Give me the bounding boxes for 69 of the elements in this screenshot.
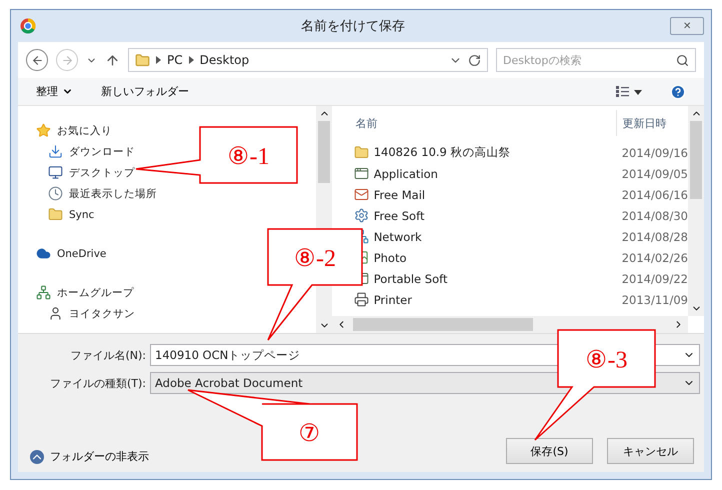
nav-item[interactable]: ヨイタクサン <box>48 303 135 324</box>
hide-folders-button[interactable]: フォルダーの非表示 <box>30 449 149 464</box>
save-button[interactable]: 保存(S) <box>506 438 593 464</box>
file-name[interactable]: Photo <box>374 250 407 264</box>
file-date: 2014/02/26 <box>620 250 688 264</box>
callout-label: ⑦ <box>298 421 320 447</box>
back-arrow-icon <box>30 54 44 66</box>
file-date: 2014/06/16 <box>620 188 688 202</box>
file-date: 2014/08/30 <box>620 208 688 222</box>
scrollbar-thumb[interactable] <box>352 318 533 331</box>
search-icon <box>676 54 689 66</box>
browser-logo-icon <box>20 18 36 34</box>
nav-item[interactable]: OneDrive <box>36 243 106 264</box>
field-label: ファイル名(N): <box>69 348 146 362</box>
back-button[interactable] <box>26 49 48 71</box>
refresh-icon[interactable] <box>468 54 481 66</box>
file-name[interactable]: Application <box>374 166 438 180</box>
close-button[interactable]: ✕ <box>670 17 704 35</box>
callout-label: ⑧-1 <box>228 144 270 170</box>
chevron-icon <box>156 56 161 64</box>
file-date: 2014/08/28 <box>620 230 688 244</box>
star-icon <box>36 123 51 138</box>
forward-arrow-icon <box>60 54 74 66</box>
file-name[interactable]: 140826 10.9 秋の高山祭 <box>374 145 511 160</box>
new-folder-button[interactable]: 新しいフォルダー <box>101 84 189 99</box>
scrollbar-thumb[interactable] <box>690 121 702 199</box>
file-name[interactable]: Free Soft <box>374 208 424 222</box>
nav-item[interactable]: お気に入り <box>36 120 112 141</box>
folder-icon <box>354 145 369 160</box>
monitor-icon <box>48 165 63 180</box>
organize-menu[interactable]: 整理 <box>36 84 73 99</box>
chevron-icon <box>30 450 44 464</box>
file-date: 2014/09/22 <box>620 272 688 286</box>
column-header[interactable]: 名前 <box>354 116 616 130</box>
scrollbar-thumb[interactable] <box>318 121 330 183</box>
file-name[interactable]: Network <box>374 230 422 244</box>
nav-item[interactable]: デスクトップ <box>48 162 135 183</box>
cloud-icon <box>36 246 51 261</box>
mail-icon <box>354 187 369 202</box>
download-icon <box>48 144 63 159</box>
clock-icon <box>48 186 63 201</box>
column-header[interactable]: 更新日時 <box>616 110 667 136</box>
file-date: 2014/09/16 <box>620 146 688 160</box>
window-title: 名前を付けて保存 <box>300 18 406 35</box>
window-icon <box>354 166 369 181</box>
cancel-button[interactable]: キャンセル <box>607 438 694 464</box>
nav-item[interactable]: ダウンロード <box>48 141 135 162</box>
file-date: 2014/09/05 <box>620 166 688 180</box>
network-icon <box>36 285 51 300</box>
address-bar[interactable]: PC Desktop <box>128 48 488 72</box>
view-options-icon[interactable] <box>616 86 642 98</box>
field-label: ファイルの種類(T): <box>48 376 146 390</box>
printer-icon <box>354 292 369 307</box>
callout-label: ⑧-2 <box>294 246 336 272</box>
chevron-icon <box>188 56 194 64</box>
folder-icon <box>48 207 63 222</box>
file-name[interactable]: Portable Soft <box>374 272 448 286</box>
gear-icon <box>354 208 369 223</box>
nav-item[interactable]: Sync <box>48 204 94 225</box>
breadcrumb[interactable]: Desktop <box>200 53 250 67</box>
help-icon[interactable] <box>670 84 686 100</box>
file-date: 2013/11/09 <box>620 292 688 306</box>
breadcrumb[interactable]: PC <box>167 53 183 67</box>
nav-item[interactable]: 最近表示した場所 <box>48 183 157 204</box>
nav-item[interactable]: ホームグループ <box>36 282 134 303</box>
user-icon <box>48 306 63 321</box>
file-name[interactable]: Printer <box>374 292 412 306</box>
folder-icon <box>135 52 150 68</box>
file-name[interactable]: Free Mail <box>374 188 426 202</box>
